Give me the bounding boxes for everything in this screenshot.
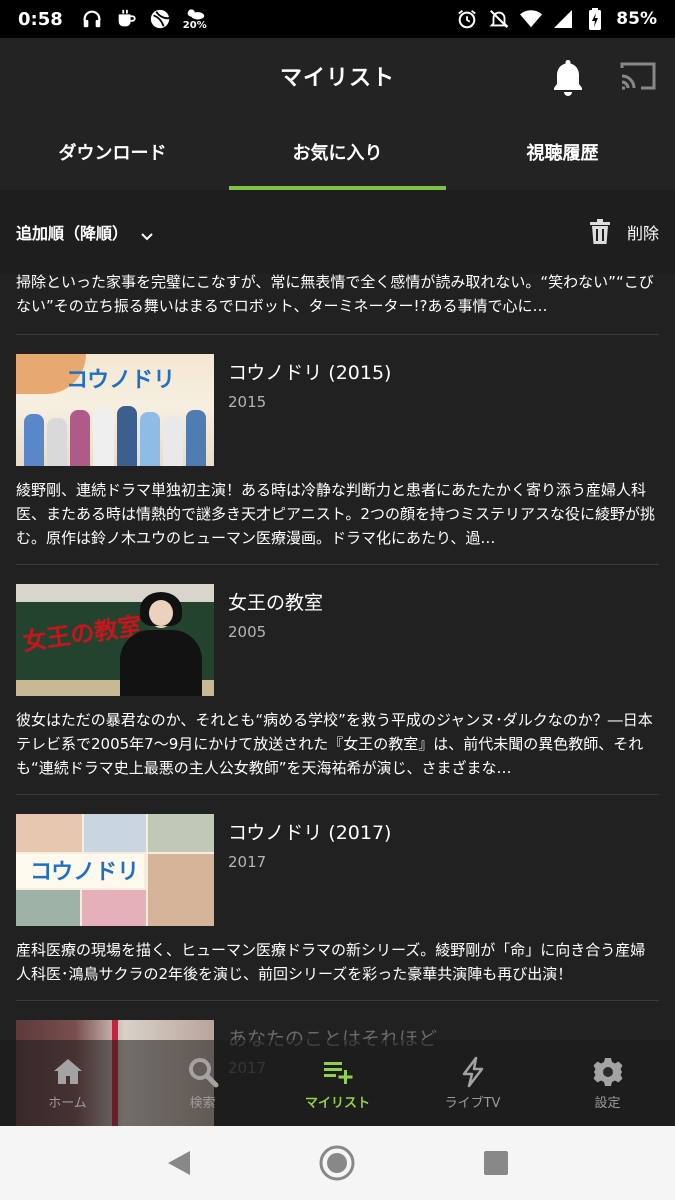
item-year: 2015 bbox=[228, 393, 267, 411]
thumbnail-kounodori-2017: コウノドリ bbox=[16, 814, 214, 926]
nav-search[interactable]: 検索 bbox=[135, 1040, 270, 1126]
system-nav-bar bbox=[0, 1126, 675, 1200]
cup-icon bbox=[115, 8, 137, 30]
app-header: マイリスト bbox=[0, 38, 675, 114]
battery-icon bbox=[584, 8, 606, 30]
mute-bell-icon bbox=[488, 8, 510, 30]
thumbnail-kounodori-2015: コウノドリ bbox=[16, 354, 214, 466]
trash-icon bbox=[589, 219, 611, 245]
tab-download[interactable]: ダウンロード bbox=[0, 114, 225, 190]
item-title: コウノドリ (2015) bbox=[228, 362, 392, 384]
wifi-icon bbox=[520, 8, 543, 30]
status-bar: 0:58 20% 85% bbox=[0, 0, 675, 38]
tab-history[interactable]: 視聴履歴 bbox=[450, 114, 675, 190]
item-description: 彼女はただの暴君なのか、それとも“病める学校”を救う平成のジャンヌ･ダルクなのか… bbox=[16, 711, 653, 777]
nav-label: マイリスト bbox=[304, 1095, 370, 1111]
signal-icon bbox=[552, 8, 574, 30]
nav-mylist[interactable]: マイリスト bbox=[270, 1040, 405, 1126]
sort-dropdown[interactable]: 追加順（降順） bbox=[16, 220, 128, 244]
thumbnail-title: コウノドリ bbox=[30, 860, 140, 885]
thumbnail-title: コウノドリ bbox=[66, 368, 176, 393]
status-time: 0:58 bbox=[18, 8, 63, 30]
tab-favorites[interactable]: お気に入り bbox=[225, 114, 450, 190]
back-icon[interactable] bbox=[159, 1143, 199, 1183]
bottom-nav: ホーム 検索 マイリスト ライブTV 設定 bbox=[0, 1040, 675, 1126]
delete-label: 削除 bbox=[626, 224, 659, 243]
item-year: 2017 bbox=[228, 853, 267, 871]
item-description: 産科医療の現場を描く、ヒューマン医療ドラマの新シリーズ。綾野剛が「命」に向き合う… bbox=[16, 941, 646, 983]
nav-label: ライブTV bbox=[444, 1095, 501, 1111]
nav-settings[interactable]: 設定 bbox=[540, 1040, 675, 1126]
item-year: 2005 bbox=[228, 623, 267, 641]
weather-icon: 20% bbox=[183, 7, 207, 31]
nav-label: 設定 bbox=[594, 1095, 621, 1111]
nav-label: 検索 bbox=[189, 1095, 216, 1111]
sort-bar: 追加順（降順） 削除 bbox=[0, 190, 675, 274]
item-description: 綾野剛、連続ドラマ単独初主演！ある時は冷静な判断力と患者にあたたかく寄り添う産婦… bbox=[16, 481, 655, 547]
search-icon bbox=[187, 1056, 219, 1088]
battery-percent: 85% bbox=[616, 9, 657, 29]
thumbnail-jooh-no-kyoushitsu: 女王の教室 bbox=[16, 584, 214, 696]
item-description: 掃除といった家事を完璧にこなすが、常に無表情で全く感情が読み取れない。“笑わない… bbox=[16, 274, 654, 315]
recents-icon[interactable] bbox=[476, 1143, 516, 1183]
cast-icon[interactable] bbox=[619, 60, 657, 92]
headphones-icon bbox=[81, 8, 103, 30]
delete-button[interactable]: 削除 bbox=[589, 219, 659, 245]
playlist-add-icon bbox=[322, 1056, 354, 1088]
home-icon bbox=[52, 1056, 84, 1088]
favorites-list: 掃除といった家事を完璧にこなすが、常に無表情で全く感情が読み取れない。“笑わない… bbox=[0, 274, 675, 1126]
page-title: マイリスト bbox=[279, 66, 395, 91]
lightning-icon bbox=[457, 1056, 489, 1088]
weather-percent: 20% bbox=[182, 20, 207, 31]
list-item-partial[interactable]: 掃除といった家事を完璧にこなすが、常に無表情で全く感情が読み取れない。“笑わない… bbox=[0, 274, 675, 322]
list-item[interactable]: 女王の教室 女王の教室 2005 彼女はただの暴君なのか、それとも“病める学校”… bbox=[0, 565, 675, 794]
nav-home[interactable]: ホーム bbox=[0, 1040, 135, 1126]
nav-live-tv[interactable]: ライブTV bbox=[405, 1040, 540, 1126]
list-item[interactable]: コウノドリ コウノドリ (2017) 2017 産科医療の現場を描く、ヒューマン… bbox=[0, 795, 675, 1000]
tab-bar: ダウンロード お気に入り 視聴履歴 bbox=[0, 114, 675, 190]
item-title: コウノドリ (2017) bbox=[228, 822, 392, 844]
ball-icon bbox=[149, 8, 171, 30]
home-circle-icon[interactable] bbox=[317, 1143, 357, 1183]
nav-label: ホーム bbox=[48, 1095, 87, 1111]
list-item[interactable]: コウノドリ コウノドリ (2015) 2015 綾野剛、連続ドラマ単独初主演！あ… bbox=[0, 335, 675, 564]
item-title: 女王の教室 bbox=[228, 592, 324, 614]
chevron-down-icon[interactable] bbox=[140, 227, 154, 241]
gear-icon bbox=[592, 1056, 624, 1088]
bell-icon[interactable] bbox=[551, 57, 585, 97]
alarm-icon bbox=[456, 8, 478, 30]
